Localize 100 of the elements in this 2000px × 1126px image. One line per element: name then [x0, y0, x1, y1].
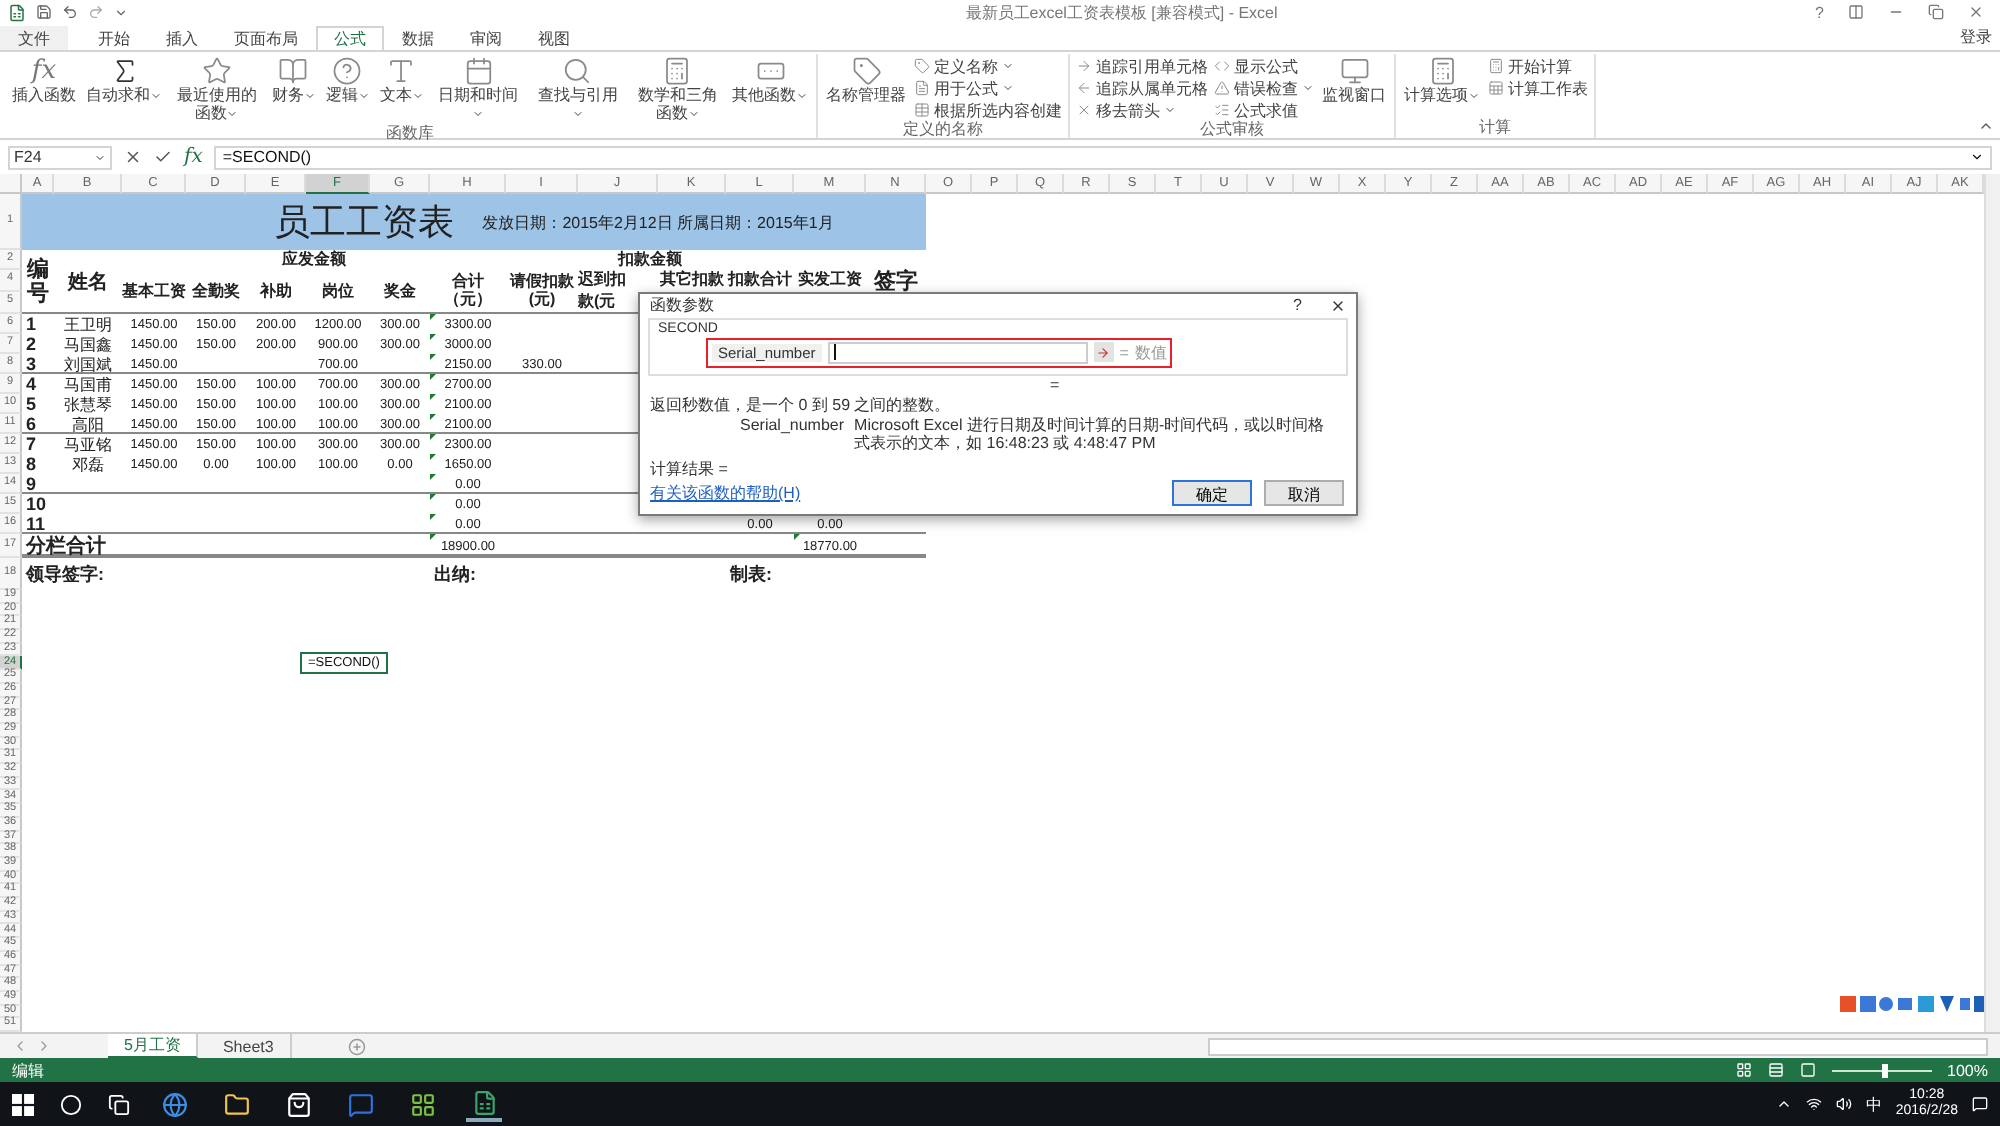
tray-expand-icon[interactable] [1775, 1096, 1792, 1112]
formula-field[interactable]: =SECOND() [214, 145, 1992, 169]
windows-logo-icon[interactable] [12, 1093, 34, 1115]
ribbon-button[interactable]: 根据所选内容创建 [914, 100, 1063, 120]
ribbon-tab[interactable]: 数据 [384, 26, 452, 50]
ribbon-button[interactable]: 财务 [269, 54, 318, 124]
network-icon[interactable] [1805, 1096, 1822, 1112]
column-heading: 合计（元） [442, 270, 494, 312]
ribbon-button[interactable]: 计算工作表 [1488, 78, 1589, 98]
sign-in-link[interactable]: 登录 [1960, 26, 2000, 48]
help-button[interactable]: ? [1815, 3, 1824, 21]
ribbon-button[interactable]: 追踪从属单元格 [1076, 78, 1209, 98]
ribbon-button[interactable]: 逻辑 [323, 54, 372, 124]
name-box[interactable]: F24 [8, 145, 112, 169]
ribbon-tab[interactable]: 文件 [0, 26, 68, 50]
ribbon-button[interactable]: 显示公式 [1214, 56, 1315, 76]
browser-icon[interactable] [161, 1091, 187, 1117]
toolbar-icons-drawing[interactable] [1840, 994, 1984, 1014]
input-method-indicator[interactable]: 中 [1865, 1093, 1882, 1115]
ribbon-button[interactable]: 用于公式 [914, 78, 1063, 98]
x-icon [1076, 102, 1093, 118]
function-description: 返回秒数值，是一个 0 到 59 之间的整数。 [648, 395, 953, 416]
sheet-tab[interactable]: 5月工资 [108, 1034, 199, 1058]
add-sheet-icon[interactable] [347, 1037, 366, 1055]
ribbon-tab[interactable]: 公式 [316, 26, 384, 50]
ribbon-button[interactable]: 移去箭头 [1076, 100, 1209, 120]
page-layout-icon[interactable] [1767, 1062, 1784, 1078]
ribbon-button[interactable]: 查找与引用 [531, 54, 625, 124]
dialog-button[interactable]: 取消 [1264, 480, 1344, 506]
help-button[interactable]: ? [1293, 296, 1302, 315]
ribbon-button[interactable]: 定义名称 [914, 56, 1063, 76]
search-icon[interactable] [60, 1093, 82, 1115]
store-icon[interactable] [285, 1091, 311, 1117]
ribbon-tab[interactable]: 插入 [148, 26, 216, 50]
ribbon-button[interactable]: 文本 [377, 54, 426, 124]
excel-icon[interactable] [471, 1089, 497, 1115]
employee-name: 马亚铭 [62, 434, 114, 454]
text-cursor [833, 344, 836, 361]
arrow-icon [1076, 58, 1093, 74]
next-sheet-icon[interactable] [36, 1038, 52, 1054]
ribbon-display-icon[interactable] [1848, 4, 1864, 20]
zoom-level[interactable]: 100% [1947, 1061, 1988, 1079]
vertical-scrollbar[interactable] [1984, 174, 2000, 1032]
help-link[interactable]: 有关该函数的帮助(H) [650, 482, 801, 504]
ribbon-button[interactable]: 最近使用的函数 [170, 54, 264, 124]
chat-icon[interactable] [347, 1091, 373, 1117]
horizontal-scrollbar[interactable] [1208, 1037, 1988, 1055]
ribbon-button[interactable]: 公式求值 [1214, 100, 1315, 120]
sheet-icon [1488, 80, 1505, 96]
collapse-dialog-button[interactable] [1093, 342, 1114, 363]
ribbon-tab[interactable]: 开始 [80, 26, 148, 50]
undo-icon[interactable] [62, 4, 78, 20]
ribbon-button[interactable]: 日期和时间 [431, 54, 526, 124]
page-break-icon[interactable] [1799, 1062, 1816, 1078]
ribbon-button[interactable]: 名称管理器 [824, 54, 909, 120]
ribbon-button[interactable]: 自动求和 [84, 54, 164, 124]
normal-view-icon[interactable] [1735, 1062, 1752, 1078]
collapse-icon[interactable] [1978, 118, 1994, 134]
code-icon [1214, 58, 1231, 74]
function-icon: fx [31, 56, 57, 86]
close-icon[interactable] [1330, 297, 1346, 314]
notification-icon[interactable] [1972, 1096, 1988, 1112]
ribbon-button[interactable]: 计算选项 [1402, 54, 1483, 118]
dialog-button[interactable]: 确定 [1172, 480, 1252, 506]
ribbon-button[interactable]: 其他函数 [730, 54, 811, 124]
ribbon-button[interactable]: 开始计算 [1488, 56, 1589, 76]
column-heading: 奖金 [382, 279, 418, 304]
insert-function-button[interactable]: fx [184, 146, 203, 168]
task-view-icon[interactable] [108, 1093, 130, 1115]
ribbon-tab[interactable]: 审阅 [452, 26, 520, 50]
dialog-title: 函数参数 [650, 294, 714, 317]
volume-icon[interactable] [1835, 1096, 1852, 1112]
ribbon-button[interactable]: 错误检查 [1214, 78, 1315, 98]
ribbon-button[interactable]: 监视窗口 [1320, 54, 1389, 120]
group-heading: 应发金额 [280, 250, 348, 270]
caret-icon[interactable] [114, 5, 128, 19]
column-heading: 签字 [872, 267, 920, 298]
ribbon-button[interactable]: fx 插入函数 [10, 54, 78, 124]
ribbon-tab[interactable]: 视图 [520, 26, 588, 50]
ribbon-button[interactable]: 追踪引用单元格 [1076, 56, 1209, 76]
column-heading: 岗位 [320, 279, 356, 304]
tag-icon [914, 58, 931, 74]
row-number: 3 [24, 354, 39, 374]
argument-field[interactable] [827, 341, 1088, 364]
ribbon-button[interactable]: 数学和三角函数 [630, 54, 725, 124]
result-preview: = [1048, 375, 1062, 396]
column-heading: 迟到扣 [578, 270, 628, 292]
folder-icon[interactable] [223, 1091, 249, 1117]
ribbon-tab[interactable]: 页面布局 [216, 26, 316, 50]
row-number: 2 [24, 334, 39, 354]
excel-icon [8, 3, 26, 21]
row-number: 7 [24, 434, 39, 454]
zoom-thumb[interactable] [1881, 1063, 1888, 1077]
app-icon[interactable] [409, 1091, 435, 1117]
check-icon[interactable] [154, 148, 172, 166]
restore-icon[interactable] [1928, 4, 1944, 20]
previous-sheet-icon[interactable] [12, 1038, 28, 1054]
cancel-icon[interactable] [124, 148, 142, 166]
column-heading: 补助 [257, 279, 294, 304]
save-icon[interactable] [36, 4, 52, 20]
